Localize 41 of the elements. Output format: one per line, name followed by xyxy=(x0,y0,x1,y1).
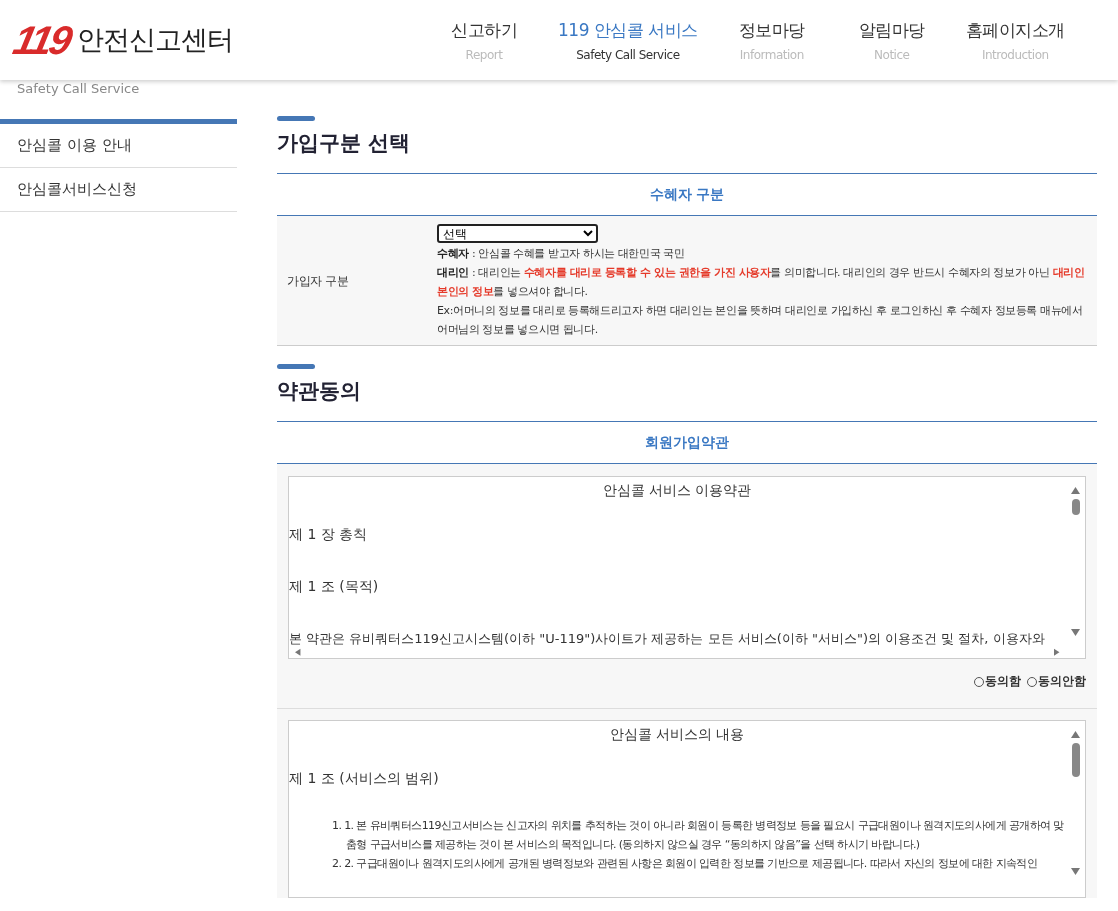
section-title: 약관동의 xyxy=(277,378,362,405)
nav-tab[interactable]: 신고하기 Report xyxy=(424,18,544,62)
description-text: 대리인 : 대리인는 수혜자를 대리로 등록할 수 있는 권한을 가진 사용자를 의미합니다. 대리인의 경우 반드시 수혜자의 정보가 아닌 대리인 본인의 정보를 넣으셔야 합니다. xyxy=(437,265,1086,300)
scroll-up-arrow-icon[interactable] xyxy=(1071,731,1080,738)
heading-accent xyxy=(277,116,315,121)
row-label: 가입자 구분 xyxy=(287,273,349,290)
scrollbar-thumb[interactable] xyxy=(1072,743,1080,777)
scroll-left-arrow-icon[interactable] xyxy=(295,647,302,656)
scroll-down-arrow-icon[interactable] xyxy=(1071,868,1080,875)
radio-option[interactable]: 동의함 xyxy=(974,673,1021,690)
nav-tab[interactable]: 홈페이지소개 Introduction xyxy=(951,18,1079,62)
nav-tab[interactable]: 정보마당 Information xyxy=(711,18,832,62)
scrollbar-thumb[interactable] xyxy=(1072,499,1080,515)
terms-title: 안심콜 서비스 이용약관 xyxy=(601,481,753,500)
content-text-box[interactable] xyxy=(288,720,1086,898)
content-title: 안심콜 서비스의 내용 xyxy=(608,725,746,744)
logo-text[interactable]: 안전신고센터 xyxy=(76,22,233,58)
nav-tab[interactable]: 알림마당 Notice xyxy=(831,18,952,62)
radio-option[interactable]: 동의안함 xyxy=(1027,673,1086,690)
description-text: 수혜자 : 안심콜 수혜를 받고자 하시는 대한민국 국민 xyxy=(437,246,686,262)
sidebar-title: Safety Call Service xyxy=(16,80,141,98)
scroll-right-arrow-icon[interactable] xyxy=(1054,647,1061,656)
sidebar-item[interactable]: 안심콜서비스신청 xyxy=(0,168,237,212)
section-title: 가입구분 선택 xyxy=(277,130,412,157)
scroll-up-arrow-icon[interactable] xyxy=(1071,487,1080,494)
description-text: Ex:어머니의 정보를 대리로 등록해드리고자 하면 대리인는 본인을 뜻하며 대리인로 가입하신 후 로그인하신 후 수혜자 정보등록 매뉴에서 어머님의 정보를 넣으시면 됩니다. xyxy=(437,303,1084,338)
scroll-down-arrow-icon[interactable] xyxy=(1071,629,1080,636)
terms-text-box[interactable]: 안심콜 서비스 이용약관 제 1 장 총칙 제 1 조 (목적) 본 약관은 유비쿼터스119신고시스템(이하 "U-119")사이트가 제공하는 모든 서비스(이하 "서비스")의 이용조건 및 절차, 이용자와 xyxy=(288,476,1086,659)
select-field[interactable]: 선택 xyxy=(437,224,598,243)
terms-text: 제 1 조 (목적) xyxy=(289,578,379,594)
terms-text: 제 1 장 총칙 xyxy=(289,526,368,542)
content-list-item: 2. 2. 구급대원이나 원격지도의사에게 공개된 병력정보와 관련된 사항은 회원이 입력한 정보를 기반으로 제공됩니다. 따라서 자신의 정보에 대한 지속적인 xyxy=(331,856,1039,872)
sidebar-item[interactable]: 안심콜 이용 안내 xyxy=(0,124,237,168)
logo-mark[interactable]: 119 xyxy=(9,17,74,63)
table-heading: 수혜자 구분 xyxy=(277,173,1097,216)
terms-text: 본 약관은 유비쿼터스119신고시스템(이하 "U-119")사이트가 제공하는 모든 서비스(이하 "서비스")의 이용조건 및 절차, 이용자와 xyxy=(289,631,1045,646)
content-list-item: 1. 1. 본 유비쿼터스119신고서비스는 신고자의 위치를 추적하는 것이 아니라 회원이 등록한 병력정보 등을 필요시 구급대원이나 원격지도의사에게 공개하여 맞춤형 구급서비스를 제공하는 것이 본 서비스의 목적입니다. (동의하지 않으실 경우 “동의하지 않음”을 선택 하시기 바랍니다.) xyxy=(331,818,1065,853)
table-heading: 회원가입약관 xyxy=(277,421,1097,464)
content-heading: 제 1 조 (서비스의 범위) xyxy=(289,770,439,786)
heading-accent xyxy=(277,364,315,369)
nav-tab[interactable]: 119 안심콜 서비스 Safety Call Service xyxy=(544,18,712,62)
